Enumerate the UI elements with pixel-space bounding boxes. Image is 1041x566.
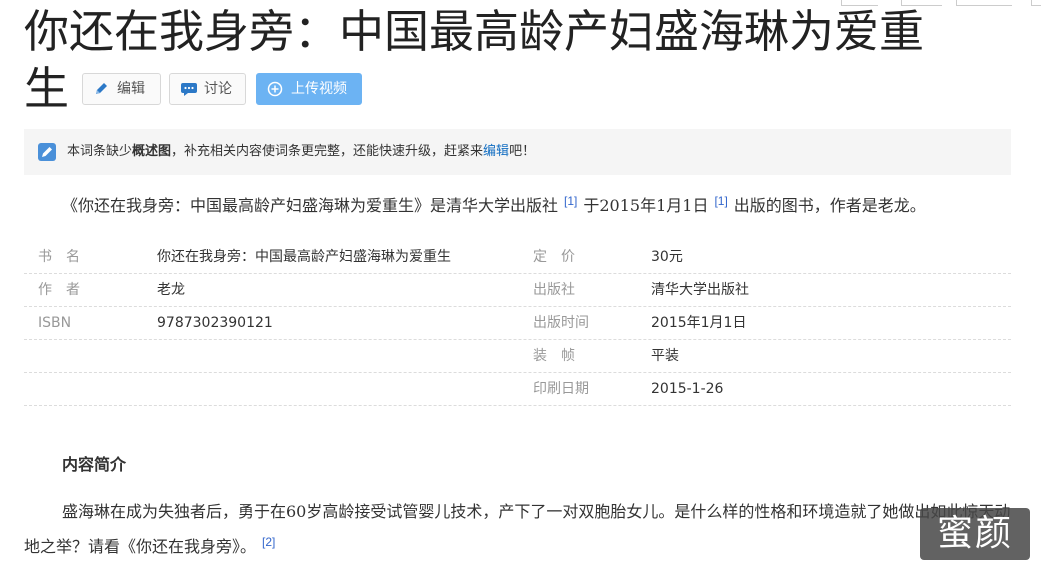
info-value: 30元	[651, 249, 683, 265]
info-key: 出版时间	[533, 315, 589, 331]
info-value: 你还在我身旁：中国最高龄产妇盛海琳为爱重生	[157, 249, 451, 265]
info-value: 9787302390121	[157, 315, 273, 331]
info-value: 2015年1月1日	[651, 315, 747, 331]
edit-button-label: 编辑	[117, 81, 145, 97]
notice-suffix: 吧！	[509, 144, 536, 159]
info-value: 平装	[651, 348, 679, 364]
info-key: 印刷日期	[533, 381, 589, 397]
pencil-icon	[96, 83, 107, 94]
comment-icon	[181, 83, 197, 96]
reference-link-2[interactable]: [2]	[262, 535, 275, 549]
info-row: 装 帧 平装	[24, 340, 1011, 373]
page-title-continued: 生	[24, 62, 70, 115]
info-key: ISBN	[38, 315, 72, 331]
summary-paragraph: 盛海琳在成为失独者后，勇于在60岁高龄接受试管婴儿技术，产下了一对双胞胎女儿。是…	[24, 497, 1014, 562]
intro-paragraph: 《你还在我身旁：中国最高龄产妇盛海琳为爱重生》是清华大学出版社 [1] 于2015年…	[62, 186, 926, 221]
info-row: ISBN 9787302390121 出版时间 2015年1月1日	[24, 307, 1011, 340]
intro-part2: 于2015年1月1日	[583, 196, 709, 215]
intro-part1: 《你还在我身旁：中国最高龄产妇盛海琳为爱重生》是清华大学出版社	[62, 196, 559, 215]
notice-prefix: 本词条缺少	[67, 144, 133, 159]
page-title: 你还在我身旁：中国最高龄产妇盛海琳为爱重	[24, 5, 925, 58]
info-row: 印刷日期 2015-1-26	[24, 373, 1011, 406]
section-heading: 内容简介	[62, 455, 127, 474]
edit-notice-icon	[38, 143, 56, 161]
notice-bold: 概述图	[132, 144, 172, 159]
watermark-logo: 蜜颜	[920, 508, 1030, 560]
info-value: 清华大学出版社	[651, 282, 749, 298]
intro-part3: 出版的图书，作者是老龙。	[733, 196, 926, 215]
basic-info-table: 书 名 你还在我身旁：中国最高龄产妇盛海琳为爱重生 定 价 30元 作 者 老龙…	[24, 241, 1011, 406]
discuss-button-label: 讨论	[204, 81, 232, 97]
info-key: 作 者	[38, 282, 80, 298]
edit-button[interactable]: 编辑	[82, 73, 161, 105]
info-row: 书 名 你还在我身旁：中国最高龄产妇盛海琳为爱重生 定 价 30元	[24, 241, 1011, 274]
summary-text: 盛海琳在成为失独者后，勇于在60岁高龄接受试管婴儿技术，产下了一对双胞胎女儿。是…	[24, 502, 1011, 556]
info-value: 老龙	[157, 282, 185, 298]
discuss-button[interactable]: 讨论	[169, 73, 246, 105]
reference-link-1b[interactable]: [1]	[714, 194, 727, 208]
plus-circle-icon	[267, 81, 283, 97]
upload-video-button-label: 上传视频	[291, 81, 347, 97]
info-key: 装 帧	[533, 348, 575, 364]
notice-middle: ，补充相关内容使词条更完整，还能快速升级，赶紧来	[171, 144, 484, 159]
notice-text: 本词条缺少概述图，补充相关内容使词条更完整，还能快速升级，赶紧来编辑吧！	[67, 129, 535, 175]
info-key: 出版社	[533, 282, 575, 298]
info-value: 2015-1-26	[651, 381, 724, 397]
reference-link-1[interactable]: [1]	[564, 194, 577, 208]
notice-edit-link[interactable]: 编辑	[483, 144, 509, 159]
info-key: 书 名	[38, 249, 80, 265]
missing-image-notice: 本词条缺少概述图，补充相关内容使词条更完整，还能快速升级，赶紧来编辑吧！	[24, 129, 1011, 175]
info-key: 定 价	[533, 249, 575, 265]
info-row: 作 者 老龙 出版社 清华大学出版社	[24, 274, 1011, 307]
upload-video-button[interactable]: 上传视频	[256, 73, 362, 105]
